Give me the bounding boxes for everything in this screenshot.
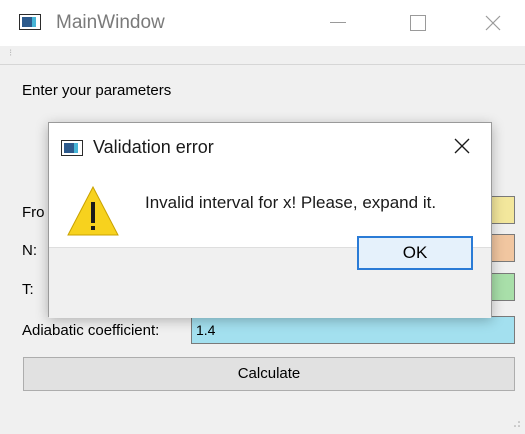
close-icon bbox=[454, 138, 470, 154]
from-label: Fro bbox=[22, 204, 45, 221]
form-heading: Enter your parameters bbox=[22, 82, 172, 99]
t-label: T: bbox=[22, 281, 34, 298]
n-label: N: bbox=[22, 242, 37, 259]
warning-icon bbox=[67, 185, 119, 236]
validation-error-dialog: Validation error Invalid interval for x!… bbox=[48, 122, 492, 318]
resize-grip-icon[interactable] bbox=[513, 420, 521, 428]
adiabatic-input[interactable]: 1.4 bbox=[191, 316, 515, 344]
close-icon bbox=[485, 15, 501, 31]
dialog-message: Invalid interval for x! Please, expand i… bbox=[145, 193, 437, 212]
dialog-titlebar[interactable]: Validation error bbox=[49, 123, 491, 169]
adiabatic-label: Adiabatic coefficient: bbox=[22, 322, 160, 339]
ok-button[interactable]: OK bbox=[357, 236, 473, 270]
minimize-button[interactable] bbox=[308, 0, 368, 46]
dialog-title: Validation error bbox=[93, 137, 214, 157]
dialog-close-button[interactable] bbox=[439, 123, 485, 169]
window-title: MainWindow bbox=[56, 12, 165, 33]
toolbar-grip-icon[interactable]: ⁝ bbox=[9, 49, 12, 59]
maximize-icon bbox=[410, 15, 426, 31]
main-window-titlebar[interactable]: MainWindow bbox=[0, 0, 525, 46]
close-button[interactable] bbox=[463, 0, 523, 46]
maximize-button[interactable] bbox=[388, 0, 448, 46]
toolbar-strip: ⁝ bbox=[0, 46, 525, 65]
app-icon bbox=[19, 14, 41, 30]
calculate-button[interactable]: Calculate bbox=[23, 357, 515, 391]
dialog-app-icon bbox=[61, 140, 83, 156]
minimize-icon bbox=[330, 22, 346, 23]
